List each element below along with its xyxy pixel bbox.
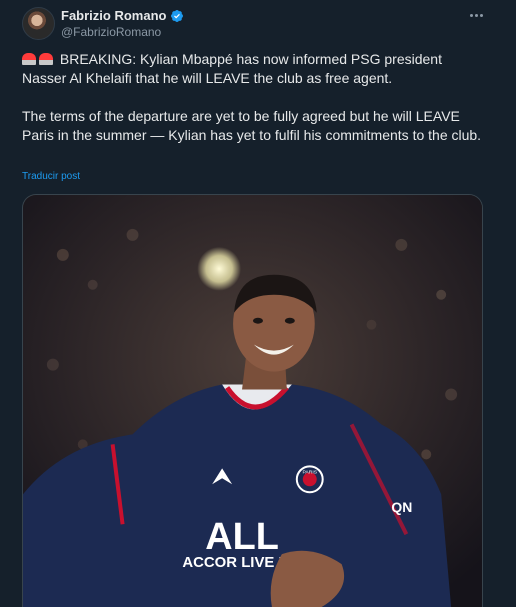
psg-badge-text: PARIS [302,469,317,475]
tweet-paragraph-1: BREAKING: Kylian Mbappé has now informed… [22,50,482,88]
author-display-name[interactable]: Fabrizio Romano [61,8,166,23]
tweet-media-photo[interactable]: PARIS ALL ACCOR LIVE LI QN [22,194,483,607]
siren-emoji-icon [39,53,53,65]
siren-emoji-icon [22,53,36,65]
more-dot [474,13,478,17]
verified-badge-icon [171,9,184,22]
tweet-text: BREAKING: Kylian Mbappé has now informed… [22,50,482,145]
jersey-sleeve-text: QN [391,499,412,515]
more-dot [469,13,473,17]
tweet-paragraph-2: The terms of the departure are yet to be… [22,108,482,143]
translate-post-link[interactable]: Traducir post [22,171,80,182]
jersey-brand-text: ALL [205,516,279,558]
author-handle[interactable]: @FabrizioRomano [61,25,161,39]
more-options-icon[interactable] [466,5,486,25]
tweet-card[interactable]: Fabrizio Romano @FabrizioRomano BREAKING… [0,0,516,607]
author-name-row: Fabrizio Romano [61,8,184,23]
tweet-paragraph-1-text: BREAKING: Kylian Mbappé has now informed… [22,51,442,86]
author-avatar[interactable] [22,7,55,40]
more-dot [479,13,483,17]
player-photo: PARIS ALL ACCOR LIVE LI QN [23,195,482,607]
